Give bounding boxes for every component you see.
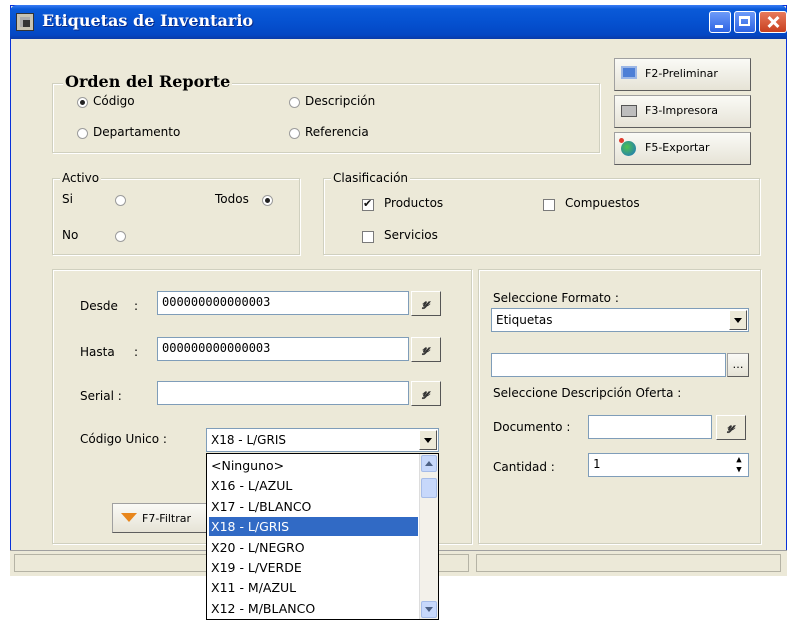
desde-lookup-button[interactable]: 𝓎 [411, 291, 441, 316]
lookup-icon: 𝓎 [422, 385, 430, 400]
formato-label: Seleccione Formato : [493, 291, 619, 305]
dropdown-option[interactable]: <Ninguno> [209, 456, 418, 475]
dropdown-option[interactable]: X17 - L/BLANCO [209, 497, 418, 516]
cantidad-value: 1 [593, 457, 601, 471]
formato-value: Etiquetas [496, 313, 553, 327]
chevron-down-icon[interactable] [419, 430, 437, 450]
cantidad-label: Cantidad : [493, 460, 555, 474]
codigo-unico-label: Código Unico : [80, 432, 167, 446]
documento-label: Documento : [493, 420, 571, 434]
red-dot-icon [619, 138, 624, 143]
app-icon [16, 13, 34, 31]
check-compuestos[interactable] [543, 199, 555, 211]
dropdown-option[interactable]: X11 - M/AZUL [209, 578, 418, 597]
clasificacion-legend: Clasificación [331, 171, 411, 185]
dropdown-option[interactable]: X20 - L/NEGRO [209, 538, 418, 557]
dropdown-option[interactable]: X16 - L/AZUL [209, 476, 418, 495]
check-productos[interactable] [362, 197, 374, 211]
maximize-button[interactable] [734, 11, 756, 33]
chevron-down-icon[interactable] [729, 310, 747, 330]
dropdown-option[interactable]: X12 - M/BLANCO [209, 599, 418, 618]
exportar-label: F5-Exportar [645, 141, 710, 154]
radio-activo-todos[interactable] [262, 195, 273, 206]
funnel-icon [121, 513, 137, 522]
clasificacion-group [323, 178, 760, 255]
close-button[interactable] [759, 11, 787, 33]
minimize-button[interactable] [709, 11, 731, 33]
hasta-input[interactable]: 000000000000003 [157, 337, 409, 361]
preliminar-label: F2-Preliminar [645, 67, 718, 80]
serial-lookup-button[interactable]: 𝓎 [411, 381, 441, 406]
desde-input[interactable]: 000000000000003 [157, 291, 409, 315]
serial-input[interactable] [157, 381, 409, 405]
formato-select[interactable]: Etiquetas [491, 308, 749, 332]
globe-icon [621, 141, 636, 156]
dropdown-option[interactable]: X19 - L/VERDE [209, 558, 418, 577]
hasta-lookup-button[interactable]: 𝓎 [411, 337, 441, 362]
spinner-arrows-icon[interactable]: ▲ ▼ [732, 455, 746, 475]
printer-icon [621, 105, 637, 117]
lookup-icon: 𝓎 [422, 295, 430, 310]
documento-lookup-button[interactable]: 𝓎 [716, 415, 746, 440]
filtrar-button[interactable]: F7-Filtrar [112, 503, 212, 533]
desde-label: Desde [80, 299, 118, 313]
impresora-button[interactable]: F3-Impresora [614, 95, 751, 128]
radio-codigo[interactable] [77, 97, 88, 108]
radio-activo-si[interactable] [115, 195, 126, 206]
cantidad-spinner[interactable]: 1 ▲ ▼ [588, 453, 749, 477]
check-productos-label: Productos [384, 196, 444, 210]
codigo-unico-select[interactable]: X18 - L/GRIS [206, 428, 439, 452]
window-title: Etiquetas de Inventario [42, 11, 254, 30]
ellipsis-icon: … [732, 358, 744, 371]
serial-label: Serial : [80, 389, 122, 403]
activo-todos-label: Todos [215, 192, 249, 206]
radio-referencia-label: Referencia [305, 125, 369, 139]
radio-descripcion-label: Descripción [305, 94, 376, 108]
status-panel-right [476, 554, 781, 572]
codigo-unico-dropdown-list[interactable]: <Ninguno> X16 - L/AZUL X17 - L/BLANCO X18 -… [206, 453, 439, 620]
lookup-icon: 𝓎 [422, 341, 430, 356]
activo-legend: Activo [60, 171, 102, 185]
radio-activo-no[interactable] [115, 231, 126, 242]
oferta-path-input[interactable] [491, 353, 726, 377]
radio-descripcion[interactable] [289, 97, 300, 108]
documento-input[interactable] [588, 415, 712, 439]
check-servicios-label: Servicios [384, 228, 438, 242]
desde-colon: : [134, 299, 139, 313]
radio-departamento-label: Departamento [93, 125, 181, 139]
monitor-icon [621, 66, 637, 79]
scroll-up-icon[interactable] [421, 455, 437, 472]
radio-departamento[interactable] [77, 128, 88, 139]
preliminar-button[interactable]: F2-Preliminar [614, 58, 751, 91]
radio-referencia[interactable] [289, 128, 300, 139]
activo-no-label: No [62, 228, 79, 242]
check-servicios[interactable] [362, 231, 374, 243]
scroll-down-icon[interactable] [421, 601, 437, 618]
oferta-label: Seleccione Descripción Oferta : [493, 386, 682, 400]
lookup-icon: 𝓎 [727, 419, 735, 434]
impresora-label: F3-Impresora [645, 104, 719, 117]
activo-group [52, 178, 300, 255]
title-bar[interactable]: Etiquetas de Inventario [10, 5, 787, 39]
activo-si-label: Si [62, 192, 73, 206]
filtrar-label: F7-Filtrar [142, 512, 192, 525]
hasta-label: Hasta [80, 345, 115, 359]
exportar-button[interactable]: F5-Exportar [614, 132, 751, 165]
radio-codigo-label: Código [93, 94, 135, 108]
browse-button[interactable]: … [727, 353, 749, 377]
dropdown-scrollbar[interactable] [419, 454, 438, 619]
dropdown-option[interactable]: X18 - L/GRIS [209, 517, 418, 537]
hasta-colon: : [134, 345, 139, 359]
orden-legend: Orden del Reporte [63, 72, 233, 91]
codigo-unico-value: X18 - L/GRIS [211, 433, 286, 447]
scroll-thumb[interactable] [421, 478, 437, 498]
check-compuestos-label: Compuestos [565, 196, 640, 210]
